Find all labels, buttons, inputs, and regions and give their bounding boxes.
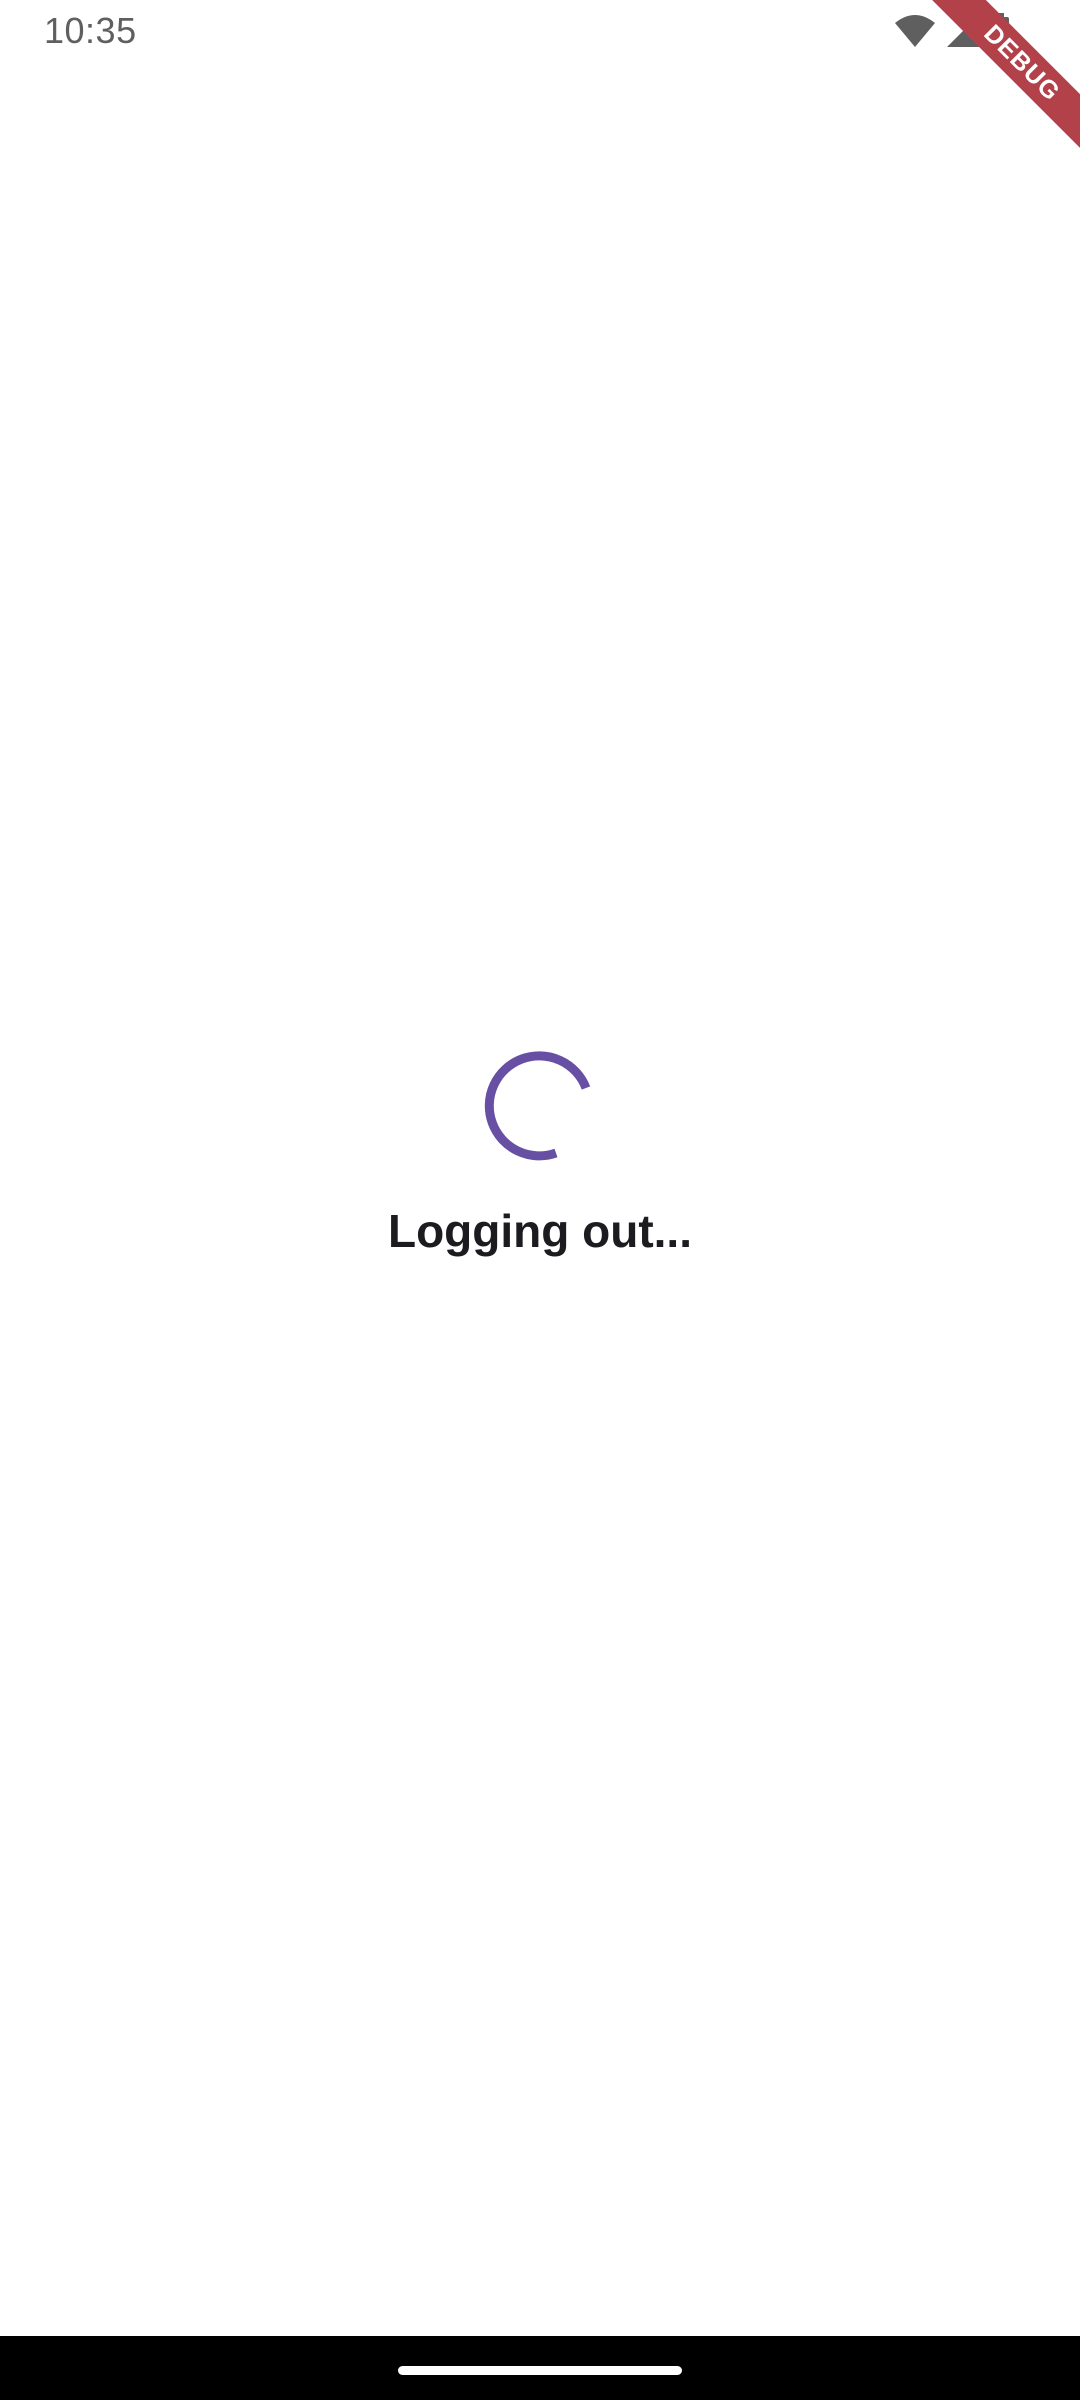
loading-message: Logging out... — [387, 1205, 692, 1257]
status-bar: 10:35 — [0, 0, 1080, 64]
loading-container: Logging out... — [0, 1050, 1080, 1258]
logout-screen: 10:35 DEBUG Logging out... — [0, 0, 1080, 2400]
status-icons — [894, 12, 1010, 50]
navigation-bar — [0, 2336, 1080, 2400]
battery-icon — [990, 13, 1010, 49]
wifi-icon — [894, 14, 936, 48]
home-gesture-handle[interactable] — [398, 2366, 682, 2375]
progress-spinner-icon — [484, 1050, 596, 1162]
cellular-signal-icon — [946, 14, 980, 48]
status-time: 10:35 — [44, 10, 137, 51]
